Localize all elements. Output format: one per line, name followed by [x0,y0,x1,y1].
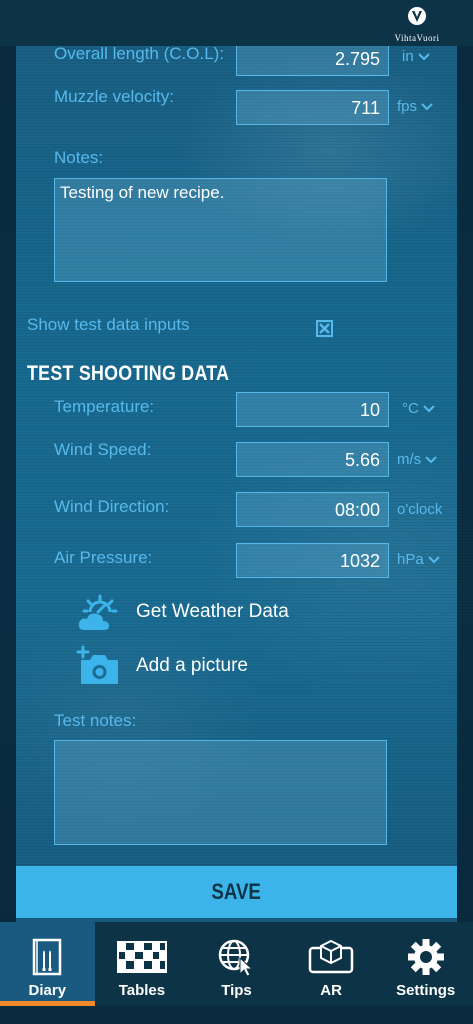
col-field[interactable]: 2.795 [236,41,389,76]
col-label: Overall length (C.O.L): [54,44,225,63]
test-notes-label: Test notes: [54,711,137,730]
wind-direction-unit-label: o'clock [397,501,443,518]
air-pressure-label: Air Pressure: [54,548,153,567]
tables-icon [116,941,167,973]
nav-label-tables: Tables [118,982,166,999]
nav-item-tables[interactable]: Tables [95,922,190,1006]
air-pressure-unit-dropdown[interactable]: hPa [397,551,440,568]
brand-logo: VihtaVuori [387,6,447,43]
top-bar: VihtaVuori [0,0,473,46]
left-edge-shade [0,0,16,1024]
add-picture-button[interactable]: Add a picture [76,644,248,688]
section-title: TEST SHOOTING DATA [27,362,230,385]
nav-item-ar[interactable]: AR [284,922,379,1006]
get-weather-label: Get Weather Data [136,601,289,622]
muzzle-unit-dropdown[interactable]: fps [397,98,433,115]
temperature-label: Temperature: [54,397,155,416]
chevron-down-icon [427,555,440,563]
air-pressure-field[interactable]: 1032 [236,543,389,578]
nav-item-settings[interactable]: Settings [378,922,473,1006]
chevron-down-icon [423,404,435,412]
check-x-icon [319,323,330,334]
brand-mark-icon [408,7,426,25]
diary-icon [33,938,62,976]
show-test-data-checkbox[interactable] [316,320,333,337]
air-pressure-unit-label: hPa [397,551,424,568]
chevron-down-icon [425,455,437,463]
get-weather-button[interactable]: Get Weather Data [76,590,289,634]
muzzle-field[interactable]: 711 [236,90,389,125]
muzzle-unit-label: fps [397,98,418,115]
wind-speed-unit-dropdown[interactable]: m/s [397,451,437,468]
wind-direction-label: Wind Direction: [54,497,170,516]
nav-label-diary: Diary [28,982,67,999]
temperature-unit-dropdown[interactable]: °C [402,400,435,417]
nav-item-diary[interactable]: Diary [0,922,95,1006]
save-button[interactable]: SAVE [16,866,457,918]
wind-speed-label: Wind Speed: [54,440,152,459]
wind-speed-field[interactable]: 5.66 [236,442,389,477]
nav-label-ar: AR [320,982,342,999]
weather-icon [78,594,118,630]
notes-label: Notes: [54,148,104,167]
chevron-down-icon [421,102,433,110]
show-test-data-label: Show test data inputs [27,315,190,334]
add-picture-label: Add a picture [136,655,248,676]
brand-name: VihtaVuori [394,33,440,43]
muzzle-label: Muzzle velocity: [54,87,174,106]
wind-direction-field[interactable]: 08:00 [236,492,389,527]
nav-item-tips[interactable]: Tips [189,922,284,1006]
chevron-down-icon [417,52,430,60]
right-edge-shade [457,0,473,1024]
temperature-unit-label: °C [402,400,419,417]
col-unit-dropdown[interactable]: in [402,48,430,65]
notes-textarea[interactable]: Testing of new recipe. [54,178,387,282]
wind-speed-unit-label: m/s [397,451,422,468]
tips-icon [219,939,254,976]
wind-direction-unit: o'clock [397,501,442,518]
add-camera-icon [76,645,118,684]
col-unit-label: in [402,48,414,65]
settings-icon [407,939,444,975]
nav-label-tips: Tips [221,982,252,999]
temperature-field[interactable]: 10 [236,392,389,427]
nav-label-settings: Settings [396,982,456,999]
system-nav-strip [0,1006,473,1024]
ar-icon [308,939,354,974]
test-notes-textarea[interactable] [54,740,387,845]
save-label: SAVE [211,879,262,904]
